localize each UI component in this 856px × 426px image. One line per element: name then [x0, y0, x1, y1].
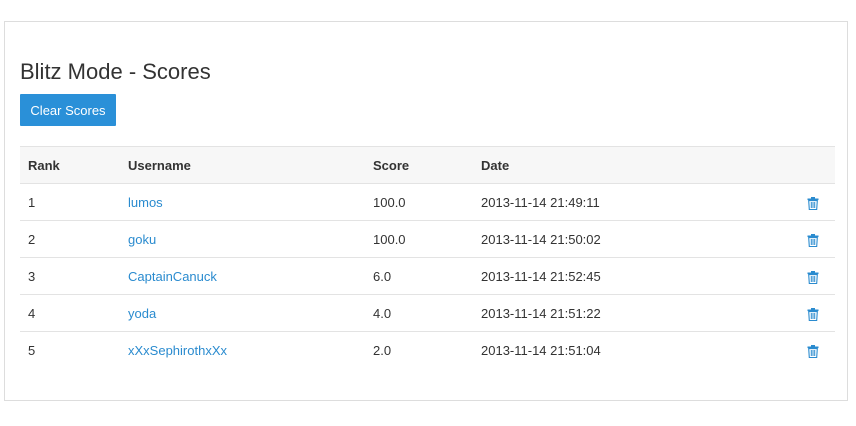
username-link[interactable]: CaptainCanuck [128, 269, 217, 284]
rank-cell: 3 [20, 257, 120, 295]
date-cell: 2013-11-14 21:51:22 [473, 294, 761, 332]
action-cell [761, 220, 835, 258]
table-header-row: Rank Username Score Date [20, 146, 835, 184]
table-row: 2 goku 100.0 2013-11-14 21:50:02 [20, 220, 835, 258]
header-rank: Rank [20, 146, 120, 184]
username-link[interactable]: yoda [128, 306, 156, 321]
action-cell [761, 183, 835, 221]
clear-scores-button[interactable]: Clear Scores [20, 94, 116, 126]
header-date: Date [473, 146, 761, 184]
delete-score-button[interactable] [807, 194, 819, 210]
rank-cell: 1 [20, 183, 120, 221]
table-row: 5 xXxSephirothxXx 2.0 2013-11-14 21:51:0… [20, 332, 835, 369]
delete-score-button[interactable] [807, 305, 819, 321]
username-cell: xXxSephirothxXx [120, 332, 365, 369]
delete-score-button[interactable] [807, 231, 819, 247]
username-cell: yoda [120, 294, 365, 332]
scores-table: Rank Username Score Date 1 lumos 100.0 2… [20, 146, 835, 368]
rank-cell: 2 [20, 220, 120, 258]
trash-icon [807, 233, 819, 247]
rank-cell: 5 [28, 342, 36, 358]
header-username: Username [120, 146, 365, 184]
action-cell [761, 294, 835, 332]
action-cell [761, 257, 835, 295]
rank-cell: 4 [20, 294, 120, 332]
action-cell [761, 332, 835, 369]
score-cell: 100.0 [365, 220, 473, 258]
username-link[interactable]: lumos [128, 195, 163, 210]
trash-icon [807, 344, 819, 358]
username-cell: CaptainCanuck [120, 257, 365, 295]
trash-icon [807, 196, 819, 210]
trash-icon [807, 270, 819, 284]
date-cell: 2013-11-14 21:50:02 [473, 220, 761, 258]
date-cell: 2013-11-14 21:52:45 [473, 257, 761, 295]
delete-score-button[interactable] [807, 342, 819, 358]
delete-score-button[interactable] [807, 268, 819, 284]
scores-panel: Blitz Mode - Scores Clear Scores Rank Us… [4, 21, 848, 401]
table-row: 1 lumos 100.0 2013-11-14 21:49:11 [20, 183, 835, 221]
date-cell: 2013-11-14 21:49:11 [473, 183, 761, 221]
header-score: Score [365, 146, 473, 184]
score-cell: 100.0 [365, 183, 473, 221]
username-cell: goku [120, 220, 365, 258]
trash-icon [807, 307, 819, 321]
score-cell: 6.0 [365, 257, 473, 295]
score-cell: 2.0 [373, 342, 392, 358]
table-row: 3 CaptainCanuck 6.0 2013-11-14 21:52:45 [20, 257, 835, 295]
date-cell: 2013-11-14 21:51:04 [481, 342, 601, 358]
header-actions [761, 146, 835, 184]
table-row: 4 yoda 4.0 2013-11-14 21:51:22 [20, 294, 835, 332]
score-cell: 4.0 [365, 294, 473, 332]
page-title: Blitz Mode - Scores [20, 59, 211, 84]
username-cell: lumos [120, 183, 365, 221]
username-link[interactable]: goku [128, 232, 156, 247]
username-link[interactable]: xXxSephirothxXx [128, 343, 227, 358]
